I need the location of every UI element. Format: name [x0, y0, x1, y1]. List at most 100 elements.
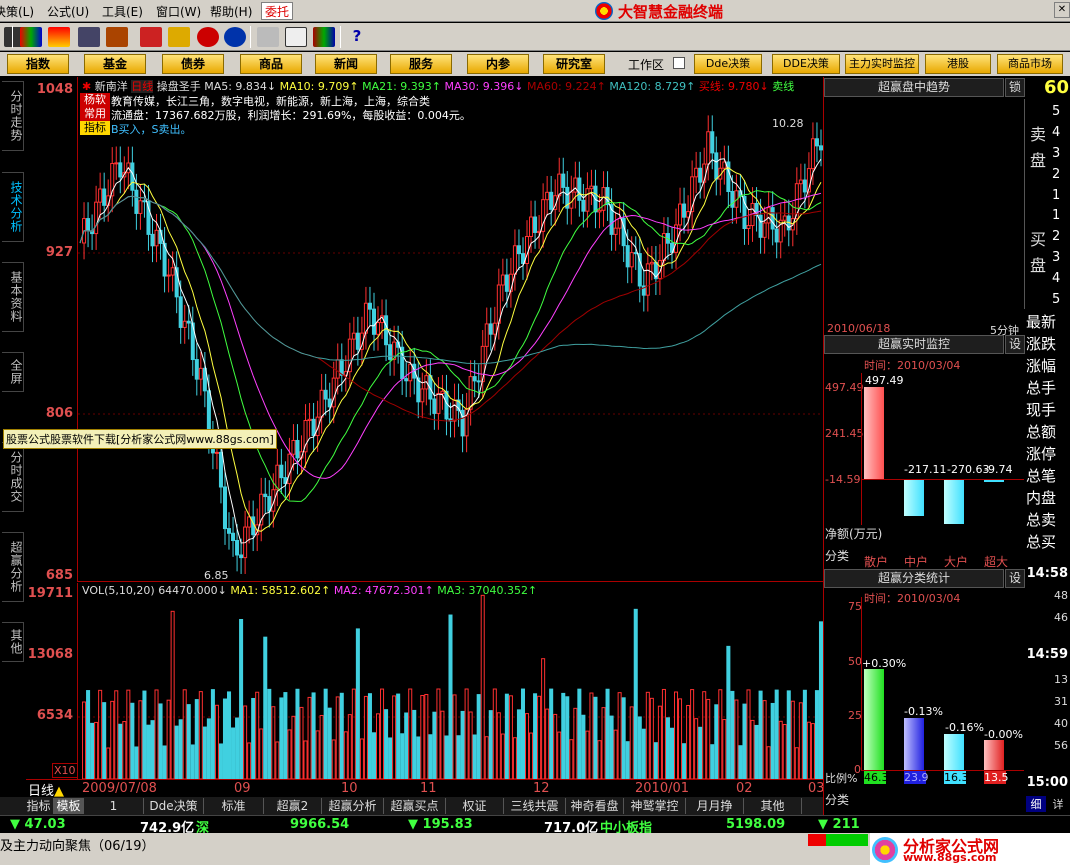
quote-label: 涨停 [1026, 445, 1057, 463]
f9-icon[interactable] [224, 27, 246, 47]
nav-service[interactable]: 服务 [390, 54, 452, 74]
volume-bar [810, 723, 815, 779]
volume-bar [263, 636, 268, 779]
volume-bar [537, 695, 542, 779]
nav-research[interactable]: 研究室 [543, 54, 605, 74]
nav-commodity[interactable]: 商品 [240, 54, 302, 74]
class-panel-title[interactable]: 超赢分类统计 [824, 569, 1004, 588]
entrust-button[interactable]: 委托 [261, 2, 294, 20]
tag-common[interactable]: 常用 [80, 107, 110, 121]
btab-magic-watch[interactable]: 神奇看盘 [566, 798, 624, 814]
tab-tick-trades[interactable]: 分时成交 [2, 442, 24, 512]
quote-label: 总卖 [1026, 511, 1057, 529]
buy-level: 4 [1052, 271, 1061, 286]
tab-intraday[interactable]: 分时走势 [2, 81, 24, 151]
candle-body [633, 252, 638, 255]
btab-other[interactable]: 其他 [744, 798, 802, 814]
btab-warrant[interactable]: 权证 [446, 798, 504, 814]
nav-workspace[interactable]: 工作区 [628, 56, 664, 73]
nav-dde-decision-1[interactable]: Dde决策 [694, 54, 762, 74]
btab-1[interactable]: 1 [84, 798, 144, 814]
btab-eagle-control[interactable]: 神鹫掌控 [624, 798, 686, 814]
diamond-icon[interactable] [168, 27, 190, 47]
volume-svg [78, 594, 823, 779]
bookmark-icon[interactable] [140, 27, 162, 47]
nav-dde-decision-2[interactable]: DDE决策 [772, 54, 840, 74]
workspace-mail-icon[interactable] [673, 57, 685, 69]
candle-body [649, 261, 654, 265]
volume-chart[interactable]: VOL(5,10,20) 64470.000↓ MA1: 58512.602↑ … [78, 583, 823, 779]
close-icon[interactable]: ✕ [1054, 2, 1070, 18]
btab-super2[interactable]: 超赢2 [264, 798, 322, 814]
volume-bar [178, 719, 183, 779]
binoculars-icon[interactable] [78, 27, 100, 47]
detail-button[interactable]: 详 [1048, 796, 1068, 812]
f10-icon[interactable] [197, 27, 219, 47]
sz-index: 9966.54 [290, 817, 350, 832]
class-bar-mid [904, 718, 924, 770]
tag-yangruan[interactable]: 杨软 [80, 93, 110, 107]
volume-bar [782, 724, 787, 779]
volume-bar [363, 695, 368, 779]
speaker-icon[interactable] [106, 27, 128, 47]
sz-change: ▼ 195.83 [408, 817, 473, 832]
nav-bond[interactable]: 债券 [162, 54, 224, 74]
brand-title: 大智慧金融终端 [618, 2, 724, 21]
category-super: 超大 [984, 555, 1009, 569]
volume-bar [259, 728, 264, 779]
menu-help[interactable]: 帮助(H) [210, 3, 252, 20]
candle-body [645, 263, 650, 296]
window-icon[interactable] [285, 27, 307, 47]
menu-window[interactable]: 窗口(W) [156, 3, 201, 20]
volume-bar [702, 691, 707, 779]
chart-header: ✱ 新南洋 日线 操盘圣手 MA5: 9.834↓ MA10: 9.709↑ M… [82, 80, 795, 93]
candlestick-chart[interactable]: ✱ 新南洋 日线 操盘圣手 MA5: 9.834↓ MA10: 9.709↑ M… [78, 77, 823, 582]
monitor-settings-button[interactable]: 设 [1005, 335, 1025, 354]
trend-panel-title[interactable]: 超赢盘中趋势 [824, 78, 1004, 97]
btab-super-analysis[interactable]: 超赢分析 [322, 798, 384, 814]
nav-insider[interactable]: 内参 [467, 54, 529, 74]
candle-body [307, 418, 312, 422]
monitor-panel-title[interactable]: 超赢实时监控 [824, 335, 1004, 354]
btab-standard[interactable]: 标准 [204, 798, 264, 814]
class-settings-button[interactable]: 设 [1005, 569, 1025, 588]
nav-fund[interactable]: 基金 [84, 54, 146, 74]
watermark-banner[interactable]: 股票公式股票软件下载[分析家公式网www.88gs.com] [3, 429, 277, 449]
news-ticker: 及主力动向聚焦（06/19） 分析家公式网 www.88gs.com [0, 833, 1070, 865]
chart-type-icon[interactable] [20, 27, 42, 47]
nav-index[interactable]: 指数 [7, 54, 69, 74]
menu-formula[interactable]: 公式(U) [47, 3, 89, 20]
vol-tick: 13068 [27, 647, 73, 662]
ticker-text[interactable]: 及主力动向聚焦（06/19） [0, 835, 154, 854]
tab-other[interactable]: 其他 [2, 622, 24, 662]
tab-fullscreen[interactable]: 全屏 [2, 352, 24, 392]
btab-template[interactable]: 模板 [54, 798, 84, 814]
tab-super-analysis[interactable]: 超赢分析 [2, 532, 24, 602]
btab-dde[interactable]: Dde决策 [144, 798, 204, 814]
nav-hk-stock[interactable]: 港股 [925, 54, 991, 74]
menu-tools[interactable]: 工具(E) [102, 3, 143, 20]
books-icon[interactable] [313, 27, 335, 47]
candle-body [512, 245, 517, 275]
volume-bar [331, 739, 336, 779]
tag-indicator[interactable]: 指标 [80, 121, 110, 135]
nav-commodity-market[interactable]: 商品市场 [997, 54, 1063, 74]
btab-triple-line[interactable]: 三线共震 [504, 798, 566, 814]
menu-decision[interactable]: 决策(L) [0, 3, 34, 20]
candle-body [682, 203, 687, 218]
detail-toggle[interactable]: 细 [1026, 796, 1046, 812]
btab-super-buy[interactable]: 超赢买点 [384, 798, 446, 814]
kline-icon[interactable] [48, 27, 70, 47]
lock-button[interactable]: 锁 [1005, 78, 1025, 97]
volume-bar [488, 710, 493, 779]
nav-news[interactable]: 新闻 [315, 54, 377, 74]
help-icon[interactable]: ? [346, 27, 368, 47]
btab-indicator[interactable]: 指标 [24, 798, 54, 814]
tab-fundamentals[interactable]: 基本资料 [2, 262, 24, 332]
volume-bar [315, 730, 320, 779]
nav-main-monitor[interactable]: 主力实时监控 [845, 54, 919, 74]
print-icon[interactable] [257, 27, 279, 47]
volume-bar [500, 733, 505, 779]
btab-monthly[interactable]: 月月挣 [686, 798, 744, 814]
tab-technical[interactable]: 技术分析 [2, 172, 24, 242]
